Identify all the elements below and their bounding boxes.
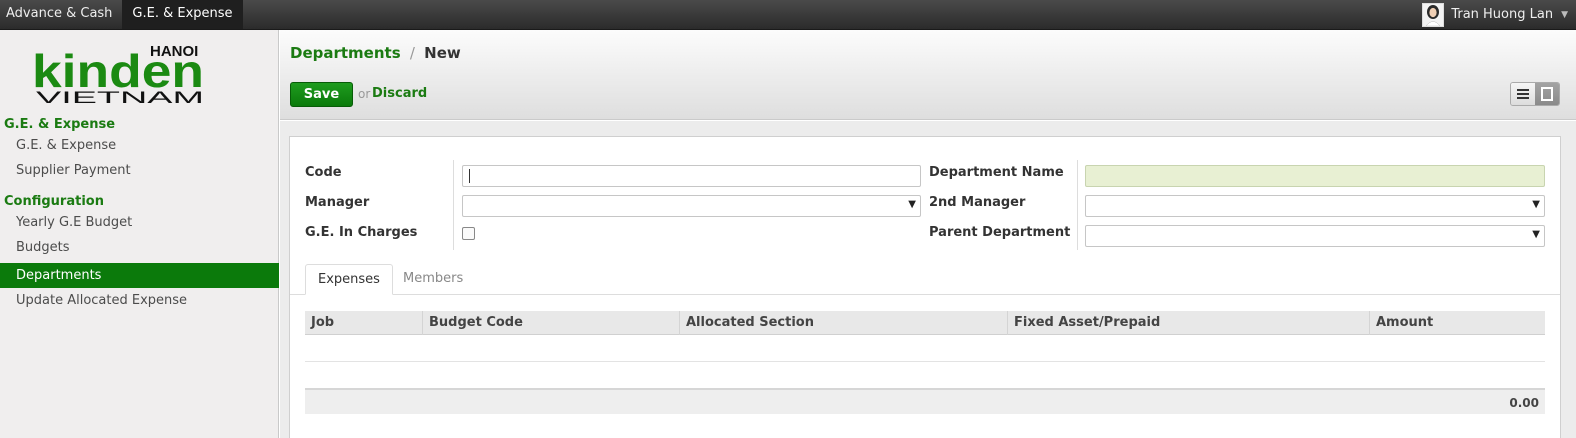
sidebar-item-departments[interactable]: Departments [0, 263, 279, 288]
ge-in-charges-checkbox[interactable] [462, 227, 475, 240]
code-input[interactable] [462, 165, 921, 187]
column-fixed-asset-prepaid[interactable]: Fixed Asset/Prepaid [1007, 311, 1369, 335]
top-menu: Advance & Cash G.E. & Expense [0, 0, 243, 29]
tab-members[interactable]: Members [391, 264, 475, 295]
department-name-input[interactable] [1085, 165, 1545, 187]
chevron-down-icon: ▼ [1561, 9, 1568, 20]
company-logo: HANOI kinden VIETNAM [32, 43, 204, 104]
breadcrumb-departments[interactable]: Departments [290, 44, 401, 62]
ge-in-charges-label: G.E. In Charges [305, 225, 418, 240]
breadcrumb-separator: / [409, 44, 415, 62]
user-name: Tran Huong Lan [1451, 7, 1554, 22]
chevron-down-icon: ▼ [1532, 199, 1540, 210]
parent-department-select[interactable]: ▼ [1085, 225, 1545, 247]
discard-button[interactable]: Discard [372, 86, 427, 101]
table-row-divider [305, 361, 1545, 362]
table-header: Job Budget Code Allocated Section Fixed … [305, 311, 1545, 335]
view-switcher [1510, 82, 1560, 106]
top-menu-advance-cash[interactable]: Advance & Cash [0, 0, 122, 29]
column-job[interactable]: Job [305, 311, 422, 335]
sidebar: HANOI kinden VIETNAM G.E. & Expense G.E.… [0, 30, 279, 438]
sidebar-section-configuration: Configuration [4, 194, 104, 209]
sidebar-item-update-allocated-expense[interactable]: Update Allocated Expense [0, 288, 279, 313]
or-text: or [358, 87, 371, 101]
form-view-icon [1541, 87, 1553, 101]
logo-country: VIETNAM [36, 88, 204, 104]
amount-total: 0.00 [1509, 396, 1539, 410]
sidebar-section-ge-expense: G.E. & Expense [4, 117, 116, 132]
list-view-icon [1517, 89, 1529, 99]
column-divider [1077, 160, 1078, 250]
user-menu[interactable]: Tran Huong Lan ▼ [1422, 0, 1568, 29]
manager-label: Manager [305, 195, 370, 210]
sidebar-item-ge-expense[interactable]: G.E. & Expense [0, 133, 279, 158]
sidebar-item-budgets[interactable]: Budgets [0, 235, 279, 260]
code-label: Code [305, 165, 342, 180]
second-manager-label: 2nd Manager [929, 195, 1026, 210]
column-allocated-section[interactable]: Allocated Section [679, 311, 1007, 335]
sidebar-item-supplier-payment[interactable]: Supplier Payment [0, 158, 279, 183]
column-budget-code[interactable]: Budget Code [422, 311, 679, 335]
form-view-button[interactable] [1535, 83, 1559, 105]
department-name-label: Department Name [929, 165, 1064, 180]
tab-expenses[interactable]: Expenses [305, 264, 393, 295]
parent-department-label: Parent Department [929, 225, 1071, 240]
save-button[interactable]: Save [290, 82, 353, 107]
sidebar-item-yearly-budget[interactable]: Yearly G.E Budget [0, 210, 279, 235]
text-cursor [469, 169, 470, 183]
top-bar: Advance & Cash G.E. & Expense Tran Huong… [0, 0, 1576, 30]
chevron-down-icon: ▼ [1532, 229, 1540, 240]
list-view-button[interactable] [1511, 83, 1535, 105]
breadcrumb-current: New [424, 44, 461, 62]
second-manager-select[interactable]: ▼ [1085, 195, 1545, 217]
column-divider [453, 160, 454, 250]
tabs-baseline [290, 294, 1560, 295]
main-header: Departments / New Save or Discard [280, 30, 1576, 120]
chevron-down-icon: ▼ [908, 199, 916, 210]
user-avatar-icon [1425, 4, 1441, 26]
table-footer: 0.00 [305, 388, 1545, 414]
manager-select[interactable]: ▼ [462, 195, 921, 217]
avatar [1422, 2, 1445, 27]
column-amount[interactable]: Amount [1369, 311, 1545, 335]
top-menu-ge-expense[interactable]: G.E. & Expense [122, 0, 243, 29]
breadcrumb: Departments / New [290, 44, 461, 62]
